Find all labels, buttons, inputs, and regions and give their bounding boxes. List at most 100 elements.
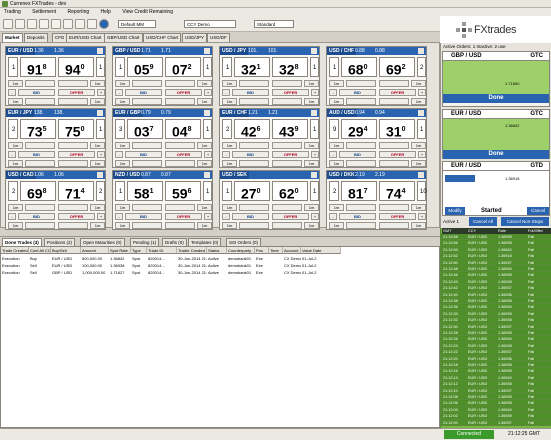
right-size-box[interactable]: 1 xyxy=(96,57,105,77)
bid-button[interactable]: BID xyxy=(18,89,55,96)
close-icon[interactable] xyxy=(204,172,210,178)
ask-plus[interactable]: + xyxy=(204,151,212,158)
column-header[interactable]: Amount xyxy=(81,247,109,254)
ask-amount-btn[interactable] xyxy=(272,142,302,149)
ask-size-btn[interactable]: 1m xyxy=(197,142,212,149)
ask-order-btn[interactable] xyxy=(379,98,409,105)
ask-amount-btn[interactable] xyxy=(58,204,88,211)
bid-button[interactable]: BID xyxy=(232,89,269,96)
tab-deposits[interactable]: Deposits xyxy=(24,33,48,42)
left-size-box[interactable]: 1 xyxy=(115,57,125,77)
bid-order-size[interactable]: 1m xyxy=(8,98,23,105)
bid-amount-btn[interactable] xyxy=(239,142,269,149)
bid-size-btn[interactable]: 1m xyxy=(329,204,344,211)
bid-order-btn[interactable] xyxy=(346,98,376,105)
bid-minus[interactable]: - xyxy=(329,213,337,220)
ask-size-btn[interactable]: 1m xyxy=(411,204,426,211)
offer-button[interactable]: OFFER xyxy=(379,89,416,96)
bid-order-size[interactable]: 1m xyxy=(222,98,237,105)
ask-order-size[interactable]: 1m xyxy=(90,98,105,105)
bid-box[interactable]: 321 xyxy=(234,57,270,78)
bid-minus[interactable]: - xyxy=(8,151,16,158)
right-size-box[interactable]: 2 xyxy=(96,181,105,201)
menu-reporting[interactable]: Reporting xyxy=(67,9,89,15)
account-select[interactable]: CCY Demo xyxy=(184,20,236,28)
ask-plus[interactable]: + xyxy=(97,151,105,158)
ask-amount-btn[interactable] xyxy=(165,80,195,87)
bid-amount-btn[interactable] xyxy=(239,204,269,211)
bid-size-btn[interactable]: 1m xyxy=(115,204,130,211)
ask-amount-btn[interactable] xyxy=(272,204,302,211)
left-size-box[interactable]: 1 xyxy=(222,181,232,201)
column-header[interactable]: Counterparty xyxy=(227,247,255,254)
bid-box[interactable]: 294 xyxy=(341,119,377,140)
column-header[interactable]: Spot Rate xyxy=(109,247,131,254)
bid-minus[interactable]: - xyxy=(115,89,123,96)
left-size-box[interactable]: 1 xyxy=(222,57,232,77)
ask-order-btn[interactable] xyxy=(165,222,195,229)
bid-box[interactable]: 059 xyxy=(127,57,163,78)
ask-order-btn[interactable] xyxy=(58,98,88,105)
bid-amount-btn[interactable] xyxy=(25,142,55,149)
left-size-box[interactable]: 2 xyxy=(222,119,232,139)
ask-box[interactable]: 750 xyxy=(58,119,94,140)
column-header[interactable]: Pos xyxy=(255,247,269,254)
ask-plus[interactable]: + xyxy=(418,89,426,96)
bid-amount-btn[interactable] xyxy=(25,204,55,211)
bid-size-btn[interactable]: 1m xyxy=(8,80,23,87)
rate-panel[interactable]: EUR / USD 1.36 1.36 1 918 940 1 1m 1m - BID OFFER +1… xyxy=(5,46,106,106)
bid-order-btn[interactable] xyxy=(25,222,55,229)
tab-eurusd-chart[interactable]: EUR/USD Chart xyxy=(66,33,105,42)
bid-button[interactable]: BID xyxy=(18,213,55,220)
bid-button[interactable]: BID xyxy=(125,213,162,220)
ask-order-size[interactable]: 1m xyxy=(90,222,105,229)
bid-size-btn[interactable]: 1m xyxy=(329,142,344,149)
offer-button[interactable]: OFFER xyxy=(165,89,202,96)
ask-order-btn[interactable] xyxy=(379,160,409,167)
order-done-button[interactable]: Done xyxy=(443,94,549,103)
ask-order-size[interactable]: 1m xyxy=(304,160,319,167)
rate-panel[interactable]: NZD / USD 0.87 0.87 1 581 596 1 1m 1m - BID OFFER +1… xyxy=(112,170,213,230)
bid-order-btn[interactable] xyxy=(132,160,162,167)
ask-amount-btn[interactable] xyxy=(379,142,409,149)
offer-button[interactable]: OFFER xyxy=(379,213,416,220)
menu-help[interactable]: Help xyxy=(101,9,111,15)
bid-button[interactable]: BID xyxy=(339,151,376,158)
bid-order-size[interactable]: 1m xyxy=(222,160,237,167)
left-size-box[interactable]: 1 xyxy=(115,181,125,201)
bid-order-size[interactable]: 1m xyxy=(329,98,344,105)
bid-box[interactable]: 426 xyxy=(234,119,270,140)
bid-box[interactable]: 270 xyxy=(234,181,270,202)
bid-minus[interactable]: - xyxy=(115,151,123,158)
rate-panel[interactable]: EUR / GBP 0.79 0.79 3 037 048 1 1m 1m - BID OFFER +1… xyxy=(112,108,213,168)
offer-button[interactable]: OFFER xyxy=(58,89,95,96)
right-size-box[interactable]: 1 xyxy=(310,57,319,77)
ask-size-btn[interactable]: 1m xyxy=(411,80,426,87)
bid-order-btn[interactable] xyxy=(132,98,162,105)
ask-box[interactable]: 596 xyxy=(165,181,201,202)
column-header[interactable]: Time xyxy=(269,247,283,254)
offer-button[interactable]: OFFER xyxy=(165,151,202,158)
ask-size-btn[interactable]: 1m xyxy=(304,80,319,87)
menu-trading[interactable]: Trading xyxy=(4,9,21,15)
ask-plus[interactable]: + xyxy=(418,213,426,220)
bid-size-btn[interactable]: 1m xyxy=(115,80,130,87)
rate-panel[interactable]: USD / CAD 1.06 1.06 2 698 714 2 1m 1m - BID OFFER +1… xyxy=(5,170,106,230)
bid-order-size[interactable]: 1m xyxy=(222,222,237,229)
ask-order-size[interactable]: 1m xyxy=(197,222,212,229)
ask-plus[interactable]: + xyxy=(204,89,212,96)
new-icon[interactable] xyxy=(3,19,13,29)
bid-order-size[interactable]: 1m xyxy=(329,160,344,167)
bid-order-btn[interactable] xyxy=(239,98,269,105)
bid-amount-btn[interactable] xyxy=(239,80,269,87)
close-icon[interactable] xyxy=(204,48,210,54)
bid-amount-btn[interactable] xyxy=(346,80,376,87)
bid-size-btn[interactable]: 1m xyxy=(222,142,237,149)
ask-plus[interactable]: + xyxy=(97,89,105,96)
mode-select[interactable]: Standard xyxy=(254,20,294,28)
ask-order-size[interactable]: 1m xyxy=(197,98,212,105)
ask-size-btn[interactable]: 1m xyxy=(90,80,105,87)
close-icon[interactable] xyxy=(418,172,424,178)
ask-order-btn[interactable] xyxy=(165,160,195,167)
column-header[interactable]: Value Date xyxy=(301,247,341,254)
